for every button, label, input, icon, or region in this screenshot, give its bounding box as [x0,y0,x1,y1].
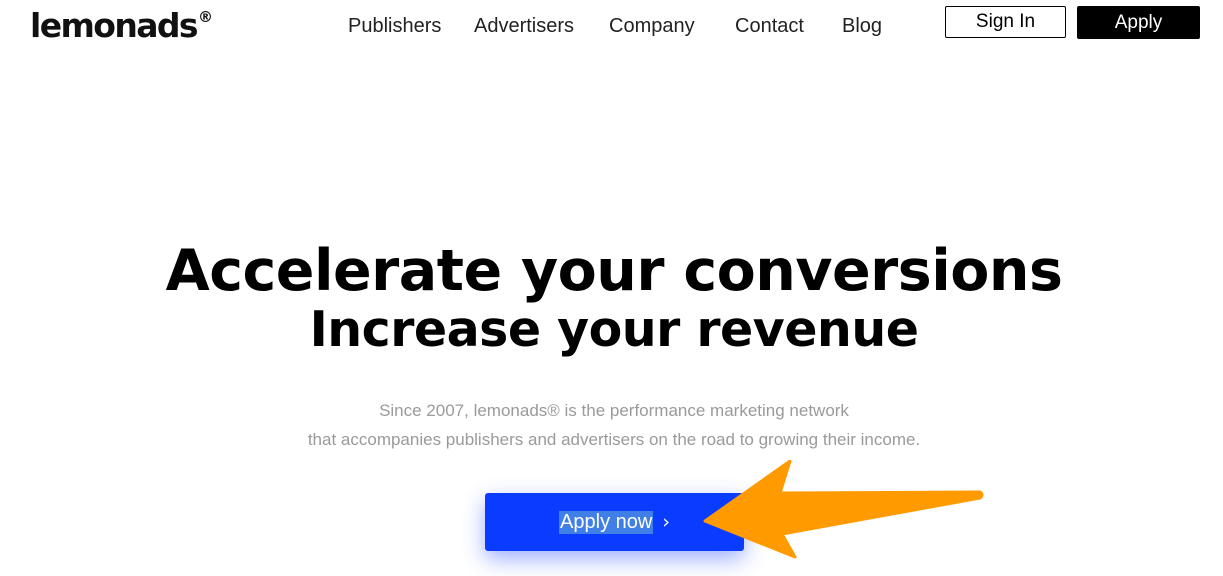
logo-text: lemonads [30,6,199,45]
nav-item-advertisers[interactable]: Advertisers [474,15,574,38]
nav-item-publishers[interactable]: Publishers [348,15,441,38]
nav-item-blog[interactable]: Blog [842,15,882,38]
hero-subtitle: Increase your revenue [309,301,919,358]
annotation-arrow-icon [703,460,984,559]
apply-now-label: Apply now [559,510,654,534]
apply-header-button[interactable]: Apply [1077,6,1200,39]
sign-in-button[interactable]: Sign In [945,6,1066,38]
chevron-right-icon: › [662,511,670,533]
hero-title: Accelerate your conversions [165,238,1063,304]
nav-item-company[interactable]: Company [609,15,695,38]
hero-description-line-1: Since 2007, lemonads® is the performance… [379,401,849,420]
nav-item-contact[interactable]: Contact [735,15,804,38]
logo[interactable]: lemonads® [30,6,213,52]
hero-description-line-2: that accompanies publishers and advertis… [307,430,921,449]
registered-mark: ® [197,8,213,26]
